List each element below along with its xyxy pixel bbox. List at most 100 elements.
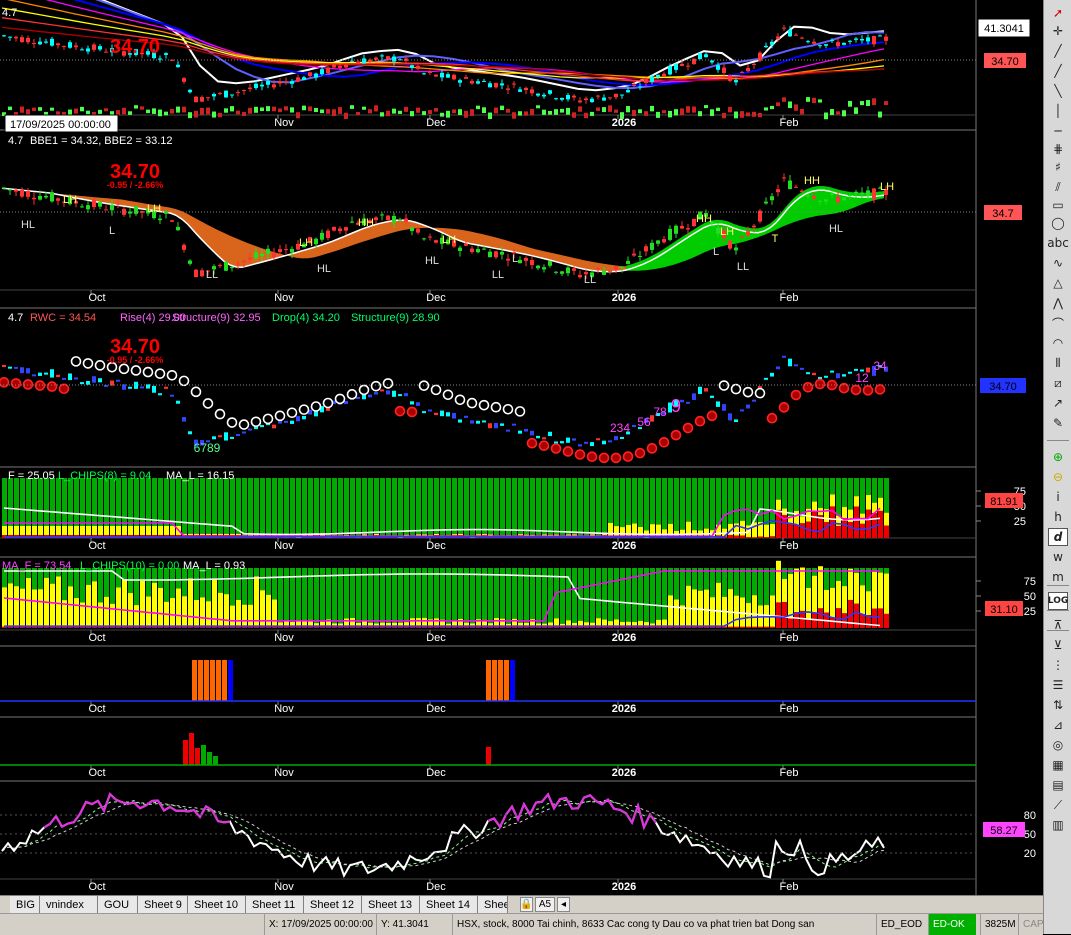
sheet-tab[interactable]: Sheet 10 — [188, 896, 246, 913]
volume-bar — [788, 101, 792, 108]
gann-icon[interactable]: ⧄ — [1048, 374, 1068, 392]
rectangle-icon[interactable]: ▭ — [1048, 196, 1068, 214]
candle-body — [8, 189, 12, 190]
zigzag-icon[interactable]: ⋀ — [1048, 294, 1068, 312]
ellipse-icon[interactable]: ◯ — [1048, 214, 1068, 232]
table-icon[interactable]: ▤ — [1048, 776, 1068, 794]
candle-body — [284, 249, 288, 250]
month-label-feb: Feb — [780, 292, 799, 304]
sheet-tab[interactable]: vnindex — [40, 896, 98, 913]
fibonacci-icon[interactable]: ♯ — [1048, 158, 1068, 176]
chip-bar-green — [584, 478, 589, 536]
chip-bar-red — [728, 535, 733, 538]
month-label-nov: Nov — [274, 632, 294, 644]
cursor-icon[interactable]: ➚ — [1048, 4, 1068, 22]
fit-icon[interactable]: ⊼ — [1048, 616, 1068, 634]
chip-bar-yellow — [272, 600, 277, 627]
fan-icon[interactable]: ⊿ — [1048, 716, 1068, 734]
arrow-icon[interactable]: ↗ — [1048, 394, 1068, 412]
triangle-icon[interactable]: △ — [1048, 274, 1068, 292]
chip-bar-green — [506, 568, 511, 624]
cycle-icon[interactable]: ◠ — [1048, 334, 1068, 352]
sheet-tab[interactable]: Sheet 14 — [420, 896, 478, 913]
sheet-tab[interactable]: BIG — [10, 896, 40, 913]
volume-bar — [458, 109, 462, 115]
candle-body — [410, 228, 414, 231]
wave-icon[interactable]: ∿ — [1048, 254, 1068, 272]
channel-icon[interactable]: ⋕ — [1048, 140, 1068, 158]
list-icon[interactable]: ☰ — [1048, 676, 1068, 694]
italic-d-icon[interactable]: d — [1048, 528, 1068, 546]
candle-body — [722, 404, 726, 411]
volume-bar — [38, 107, 42, 111]
sheet-tab[interactable]: Sheet 9 — [138, 896, 188, 913]
candle-body — [710, 396, 714, 398]
panel2-header-bbe: BBE1 = 34.32, BBE2 = 33.12 — [30, 135, 173, 147]
chip-bar-yellow — [812, 576, 817, 613]
lock-icon[interactable]: 🔒 — [520, 897, 533, 912]
candle-body — [506, 259, 510, 261]
italic-m-icon[interactable]: m — [1048, 568, 1068, 586]
chart-canvas[interactable]: NovDec2026FebOctNovDec2026FebOctNovDec20… — [0, 0, 1043, 895]
sheet-tab[interactable]: Shee — [478, 896, 508, 913]
sheet-tab[interactable]: Sheet 13 — [362, 896, 420, 913]
chip-bar-green — [14, 478, 19, 526]
zoom-in-icon[interactable]: ⊕ — [1048, 448, 1068, 466]
candle-body — [518, 260, 522, 263]
crosshair-icon[interactable]: ✛ — [1048, 22, 1068, 40]
italic-i-icon[interactable]: i — [1048, 488, 1068, 506]
sheet-tab[interactable]: GOU — [98, 896, 138, 913]
timezones-icon[interactable]: ⦀ — [1048, 354, 1068, 372]
a5-button[interactable]: A5 — [535, 897, 555, 912]
candle-body — [806, 372, 810, 374]
bars-2-icon[interactable]: ▥ — [1048, 816, 1068, 834]
chip-bar-green — [716, 478, 721, 525]
chip-bar-green — [164, 568, 169, 602]
arc-icon[interactable]: ⌒ — [1048, 314, 1068, 332]
trendline-icon[interactable]: ╲ — [1048, 82, 1068, 100]
chip-bar-yellow — [74, 598, 79, 627]
chip-bar-yellow — [92, 526, 97, 535]
sheet-tab[interactable]: Sheet 11 — [246, 896, 304, 913]
log-icon[interactable]: LOG — [1048, 592, 1068, 610]
style-icon[interactable]: ✎ — [1048, 414, 1068, 432]
grid-icon[interactable]: ▦ — [1048, 756, 1068, 774]
toolbar-separator — [1047, 585, 1069, 586]
chip-bar-yellow — [788, 574, 793, 619]
rwc-structure-circle — [408, 407, 417, 416]
candle-body — [350, 61, 354, 62]
chart-area[interactable]: NovDec2026FebOctNovDec2026FebOctNovDec20… — [0, 0, 1043, 895]
ray-icon[interactable]: ╱ — [1048, 62, 1068, 80]
italic-w-icon[interactable]: w — [1048, 548, 1068, 566]
sort-icon[interactable]: ⇅ — [1048, 696, 1068, 714]
chip-bar-yellow — [32, 526, 37, 535]
bars-icon[interactable]: ⋮ — [1048, 656, 1068, 674]
vertical-line-icon[interactable]: │ — [1048, 102, 1068, 120]
candle-body — [470, 81, 474, 84]
tab-scroll-left-icon[interactable]: ◂ — [557, 897, 570, 912]
signal-icon[interactable]: ◎ — [1048, 736, 1068, 754]
sheet-tab[interactable]: Sheet 12 — [304, 896, 362, 913]
candle-body — [104, 385, 108, 387]
candle-body — [452, 413, 456, 419]
line-icon[interactable]: ╱ — [1048, 42, 1068, 60]
move-down-icon[interactable]: ⊻ — [1048, 636, 1068, 654]
text-icon[interactable]: abc — [1048, 234, 1068, 252]
zoom-out-icon[interactable]: ⊖ — [1048, 468, 1068, 486]
candle-body — [20, 367, 24, 373]
panel3-header-structure2: Structure(9) 28.90 — [351, 312, 440, 324]
chip-bar-green — [440, 478, 445, 536]
pitchfork-icon[interactable]: ⫽ — [1048, 178, 1068, 196]
chip-bar-green — [116, 478, 121, 526]
speed-lines-icon[interactable]: ⟋ — [1048, 796, 1068, 814]
chip-bar-yellow — [458, 534, 463, 535]
chip-bar-green — [668, 568, 673, 595]
horizontal-line-icon[interactable]: ─ — [1048, 122, 1068, 140]
italic-h-icon[interactable]: h — [1048, 508, 1068, 526]
signal-histogram-bar — [228, 660, 233, 701]
signal-spike-bar — [207, 752, 212, 765]
volume-bar — [170, 109, 174, 114]
volume-bar — [200, 108, 204, 115]
swing-label-lh: LH — [720, 226, 734, 238]
chip-bar-green — [86, 478, 91, 526]
